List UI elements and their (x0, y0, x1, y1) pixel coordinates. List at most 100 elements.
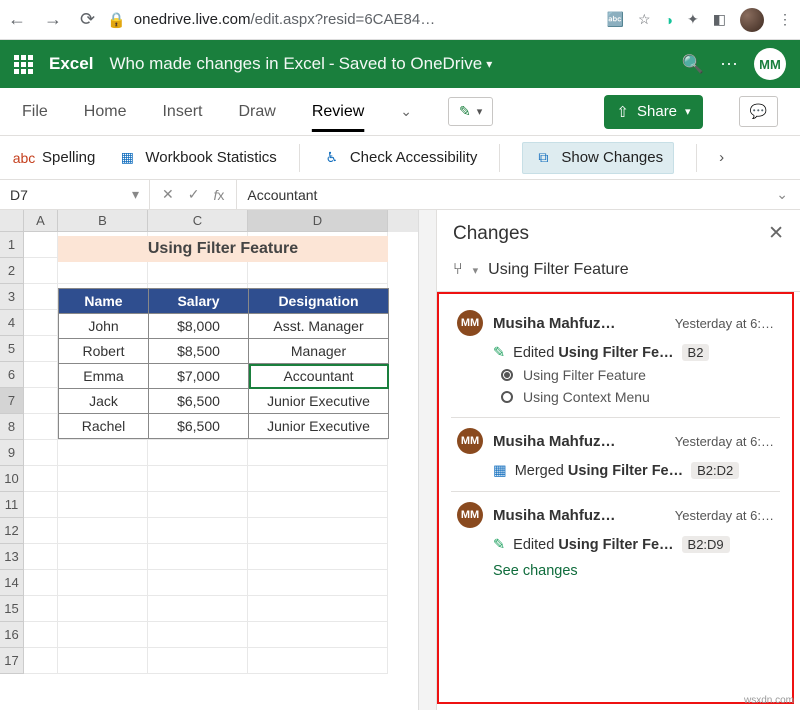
data-table[interactable]: Name Salary Designation John$8,000Asst. … (58, 288, 389, 439)
tabs-overflow-icon[interactable]: ⌄ (400, 103, 412, 120)
vertical-scrollbar[interactable] (418, 210, 436, 710)
kebab-icon[interactable]: ⋮ (778, 11, 792, 28)
change-time: Yesterday at 6:… (675, 316, 774, 331)
user-avatar: MM (457, 502, 483, 528)
lock-icon: 🔒 (107, 11, 126, 29)
extensions-icon[interactable]: ✦ (687, 11, 699, 28)
expand-formula-icon[interactable]: ⌄ (764, 186, 800, 203)
tab-home[interactable]: Home (84, 103, 127, 121)
merge-icon: ▦ (493, 463, 507, 479)
pen-icon: ✎ (459, 103, 471, 120)
cell-name[interactable]: John (59, 314, 149, 339)
star-icon[interactable]: ☆ (638, 11, 651, 28)
cell-name[interactable]: Rachel (59, 414, 149, 439)
change-time: Yesterday at 6:… (675, 508, 774, 523)
app-name: Excel (49, 54, 93, 74)
user-avatar: MM (457, 428, 483, 454)
enter-icon[interactable]: ✓ (188, 186, 200, 203)
sheet-title-cell[interactable]: Using Filter Feature (58, 236, 388, 262)
panel-title: Changes (453, 223, 529, 245)
tab-review[interactable]: Review (312, 103, 364, 121)
cell-ref-pill: B2 (682, 344, 710, 361)
cell-ref-pill: B2:D2 (691, 462, 739, 479)
see-changes-link[interactable]: See changes (493, 563, 774, 579)
cell-salary[interactable]: $7,000 (149, 364, 249, 389)
changes-list: MM Musiha Mahfuz… Yesterday at 6:… ✎Edit… (437, 292, 794, 704)
cell-name[interactable]: Jack (59, 389, 149, 414)
cell-designation[interactable]: Accountant (249, 364, 389, 389)
user-name: Musiha Mahfuz… (493, 433, 665, 450)
chevron-down-icon: ▾ (473, 264, 479, 277)
close-icon[interactable]: ✕ (768, 222, 784, 245)
share-icon: ⇧ (616, 103, 629, 121)
cell-designation[interactable]: Junior Executive (249, 414, 389, 439)
spelling-button[interactable]: abcSpelling (14, 149, 95, 167)
forward-icon[interactable]: → (44, 9, 62, 30)
document-title[interactable]: Who made changes in Excel - Saved to One… (109, 54, 492, 74)
edit-mode-button[interactable]: ✎ ▾ (448, 97, 493, 126)
reload-icon[interactable]: ⟳ (80, 9, 95, 30)
app-launcher-icon[interactable] (14, 55, 33, 74)
user-avatar[interactable]: MM (754, 48, 786, 80)
watermark: wsxdn.com (744, 695, 794, 706)
show-changes-button[interactable]: ⧉Show Changes (522, 142, 674, 174)
radio-icon (501, 369, 513, 381)
tab-icon[interactable]: ◧ (713, 11, 726, 28)
chevron-down-icon: ▾ (486, 57, 492, 71)
pencil-icon: ✎ (493, 537, 505, 553)
header-salary[interactable]: Salary (149, 289, 249, 314)
changes-panel: Changes ✕ ⑂ ▾ Using Filter Feature MM Mu… (436, 210, 800, 710)
row-headers[interactable]: 1234567891011121314151617 (0, 232, 24, 674)
cell-designation[interactable]: Asst. Manager (249, 314, 389, 339)
tab-file[interactable]: File (22, 103, 48, 121)
pencil-icon: ✎ (493, 345, 505, 361)
profile-avatar[interactable] (740, 8, 764, 32)
share-button[interactable]: ⇧ Share ▾ (604, 95, 702, 129)
panel-filter[interactable]: ⑂ ▾ Using Filter Feature (437, 257, 800, 292)
address-bar[interactable]: 🔒 onedrive.live.com/edit.aspx?resid=6CAE… (107, 11, 594, 29)
header-name[interactable]: Name (59, 289, 149, 314)
cell-salary[interactable]: $6,500 (149, 414, 249, 439)
change-entry[interactable]: MM Musiha Mahfuz… Yesterday at 6:… ✎Edit… (451, 300, 780, 418)
search-icon[interactable]: 🔍 (682, 54, 704, 75)
name-box[interactable]: D7▾ (0, 180, 150, 209)
fx-icon[interactable]: fx (213, 187, 224, 203)
browser-bar: ← → ⟳ 🔒 onedrive.live.com/edit.aspx?resi… (0, 0, 800, 40)
check-accessibility-button[interactable]: ♿︎Check Accessibility (322, 149, 478, 167)
column-headers[interactable]: A B C D (0, 210, 436, 232)
cell-designation[interactable]: Manager (249, 339, 389, 364)
worksheet[interactable]: A B C D 1234567891011121314151617 Using … (0, 210, 436, 710)
grammarly-icon[interactable]: ◑ (665, 12, 673, 28)
title-bar: Excel Who made changes in Excel - Saved … (0, 40, 800, 88)
user-name: Musiha Mahfuz… (493, 315, 665, 332)
cell-salary[interactable]: $8,500 (149, 339, 249, 364)
change-option[interactable]: Using Context Menu (501, 389, 774, 405)
menu-tabs: File Home Insert Draw Review ⌄ ✎ ▾ ⇧ Sha… (0, 88, 800, 136)
change-time: Yesterday at 6:… (675, 434, 774, 449)
cell-name[interactable]: Robert (59, 339, 149, 364)
select-all-corner[interactable] (0, 210, 24, 232)
cell-name[interactable]: Emma (59, 364, 149, 389)
translate-icon[interactable]: 🔤 (607, 11, 624, 28)
change-option[interactable]: Using Filter Feature (501, 367, 774, 383)
more-icon[interactable]: ⋯ (720, 54, 738, 75)
header-designation[interactable]: Designation (249, 289, 389, 314)
tab-insert[interactable]: Insert (162, 103, 202, 121)
change-entry[interactable]: MM Musiha Mahfuz… Yesterday at 6:… ✎Edit… (451, 492, 780, 591)
cell-salary[interactable]: $8,000 (149, 314, 249, 339)
comment-icon: 💬 (750, 103, 767, 119)
formula-bar: D7▾ ✕ ✓ fx Accountant ⌄ (0, 180, 800, 210)
user-name: Musiha Mahfuz… (493, 507, 665, 524)
back-icon[interactable]: ← (8, 9, 26, 30)
ribbon: abcSpelling ▦Workbook Statistics ♿︎Check… (0, 136, 800, 180)
cancel-icon[interactable]: ✕ (162, 186, 174, 203)
cell-salary[interactable]: $6,500 (149, 389, 249, 414)
comments-button[interactable]: 💬 (739, 96, 778, 127)
tab-draw[interactable]: Draw (238, 103, 275, 121)
cell-designation[interactable]: Junior Executive (249, 389, 389, 414)
ribbon-overflow-icon[interactable]: › (719, 149, 724, 166)
radio-icon (501, 391, 513, 403)
workbook-stats-button[interactable]: ▦Workbook Statistics (117, 149, 276, 167)
formula-input[interactable]: Accountant (237, 187, 764, 203)
change-entry[interactable]: MM Musiha Mahfuz… Yesterday at 6:… ▦Merg… (451, 418, 780, 492)
